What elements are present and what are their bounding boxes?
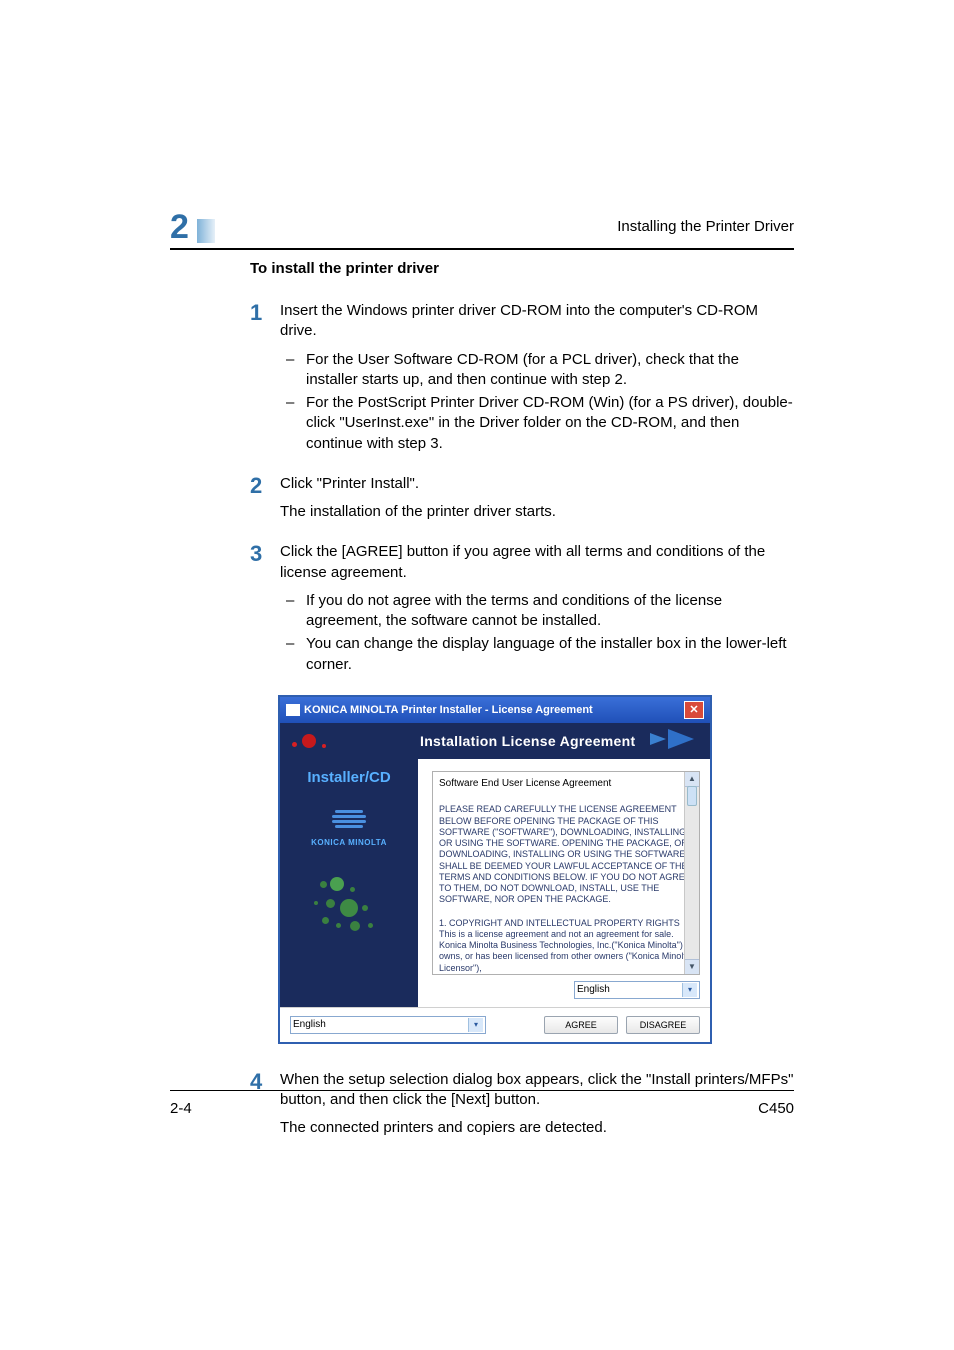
installer-language-select[interactable]: English ▾ bbox=[290, 1016, 486, 1034]
dialog-title-text: KONICA MINOLTA Printer Installer - Licen… bbox=[304, 704, 593, 716]
content-language-select[interactable]: English ▾ bbox=[574, 981, 700, 999]
konica-minolta-logo-icon bbox=[332, 810, 366, 832]
step-bullet: For the PostScript Printer Driver CD-ROM… bbox=[306, 393, 794, 454]
eula-paragraph: PLEASE READ CAREFULLY THE LICENSE AGREEM… bbox=[439, 804, 693, 905]
step-bullet: If you do not agree with the terms and c… bbox=[306, 591, 794, 632]
dialog-banner: Installation License Agreement bbox=[280, 723, 710, 759]
chapter-number: 2 bbox=[170, 208, 189, 247]
step-number: 1 bbox=[250, 301, 280, 462]
select-value: English bbox=[577, 984, 610, 995]
step-bullet: You can change the display language of t… bbox=[306, 634, 794, 675]
running-header: Installing the Printer Driver bbox=[617, 218, 794, 235]
app-icon bbox=[286, 704, 300, 716]
scroll-up-icon[interactable]: ▲ bbox=[685, 772, 699, 787]
close-icon[interactable]: ✕ bbox=[684, 701, 704, 719]
section-heading: To install the printer driver bbox=[250, 260, 794, 277]
arrow-icon bbox=[650, 729, 694, 749]
step-text: Insert the Windows printer driver CD-ROM… bbox=[280, 301, 794, 342]
step-text: Click "Printer Install". bbox=[280, 474, 794, 494]
eula-title: Software End User License Agreement bbox=[439, 778, 693, 791]
select-value: English bbox=[293, 1019, 326, 1030]
eula-paragraph: 1. COPYRIGHT AND INTELLECTUAL PROPERTY R… bbox=[439, 918, 693, 974]
step-text: The connected printers and copiers are d… bbox=[280, 1118, 794, 1138]
eula-textbox[interactable]: Software End User License Agreement PLEA… bbox=[432, 771, 700, 975]
disagree-button[interactable]: DISAGREE bbox=[626, 1016, 700, 1034]
step-number: 3 bbox=[250, 542, 280, 683]
chevron-down-icon: ▾ bbox=[468, 1018, 483, 1032]
dialog-titlebar[interactable]: KONICA MINOLTA Printer Installer - Licen… bbox=[280, 697, 710, 723]
banner-text: Installation License Agreement bbox=[420, 733, 635, 749]
dialog-sidebar: Installer/CD KONICA MINOLTA bbox=[280, 759, 418, 1007]
model-number: C450 bbox=[758, 1100, 794, 1117]
page-number: 2-4 bbox=[170, 1100, 192, 1117]
step-text: The installation of the printer driver s… bbox=[280, 502, 794, 522]
agree-button[interactable]: AGREE bbox=[544, 1016, 618, 1034]
dialog-footer: English ▾ AGREE DISAGREE bbox=[280, 1007, 710, 1042]
chapter-accent-bar bbox=[197, 219, 215, 243]
step-text: Click the [AGREE] button if you agree wi… bbox=[280, 542, 794, 583]
decorative-bubbles-icon bbox=[314, 877, 384, 937]
installer-dialog: KONICA MINOLTA Printer Installer - Licen… bbox=[278, 695, 712, 1044]
step-bullet: For the User Software CD-ROM (for a PCL … bbox=[306, 350, 794, 391]
chevron-down-icon: ▾ bbox=[682, 983, 697, 997]
step-number: 2 bbox=[250, 474, 280, 531]
header-rule bbox=[170, 248, 794, 250]
brand-text: KONICA MINOLTA bbox=[284, 838, 414, 847]
scrollbar[interactable]: ▲ ▼ bbox=[684, 772, 699, 974]
scroll-down-icon[interactable]: ▼ bbox=[685, 959, 699, 974]
sidebar-title: Installer/CD bbox=[284, 769, 414, 786]
scroll-thumb[interactable] bbox=[687, 786, 697, 806]
footer-rule bbox=[170, 1090, 794, 1091]
